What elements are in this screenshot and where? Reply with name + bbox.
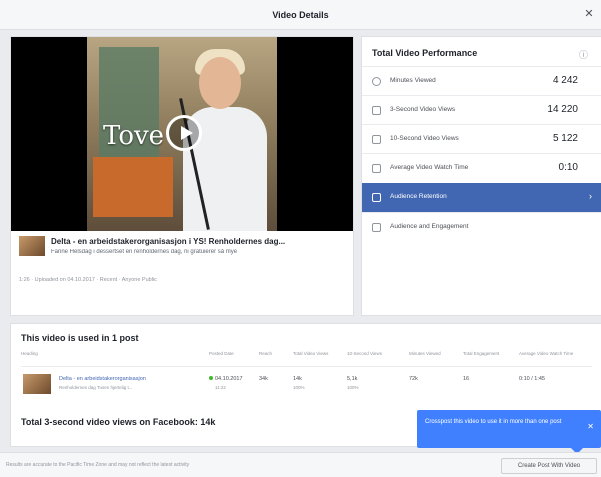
dialog-title: Video Details xyxy=(272,10,329,20)
dialog-header: Video Details ✕ xyxy=(0,0,601,30)
post-row-avg-watch: 0:10 / 1:45 xyxy=(519,376,545,382)
column-header[interactable]: Total Engagement xyxy=(463,351,499,356)
post-row-10s: 5,1k xyxy=(347,376,358,382)
info-icon[interactable]: ⓘ xyxy=(579,48,588,61)
metric-value: 14 220 xyxy=(547,104,578,115)
metric-label: 10-Second Video Views xyxy=(390,135,459,142)
tooltip-text: Crosspost this video to use it in more t… xyxy=(425,419,562,425)
column-header[interactable]: Average Video Watch Time xyxy=(519,351,573,356)
metric-10s-views[interactable]: 10-Second Video Views 5 122 xyxy=(362,124,601,153)
scene-person-head xyxy=(199,57,241,109)
metric-audience-retention[interactable]: Audience Retention › xyxy=(362,183,601,212)
metric-label: Audience and Engagement xyxy=(390,223,469,230)
metric-3s-views[interactable]: 3-Second Video Views 14 220 xyxy=(362,95,601,124)
footer-note: Results are accurate to the Pacific Time… xyxy=(6,462,190,468)
post-info: 1:26 · Uploaded on 04.10.2017 · Recent ·… xyxy=(19,277,157,283)
post-row-date-text: 04.10.2017 xyxy=(215,376,243,382)
column-header[interactable]: Minutes Viewed xyxy=(409,351,441,356)
total-views-summary: Total 3-second video views on Facebook: … xyxy=(21,417,216,427)
divider xyxy=(21,366,592,367)
close-icon[interactable]: ✕ xyxy=(587,422,594,431)
post-description: Fanne Helsdag i dessertset en renholdern… xyxy=(51,249,238,255)
post-title[interactable]: Delta - en arbeidstakerorganisasjon i YS… xyxy=(51,237,347,246)
post-row-views: 14k xyxy=(293,376,302,382)
chart-bar-icon xyxy=(372,135,381,144)
chevron-right-icon: › xyxy=(589,191,592,201)
post-row-thumbnail xyxy=(23,374,51,394)
post-thumbnail xyxy=(19,236,45,256)
post-row-10s-sub: 100% xyxy=(347,385,359,390)
close-icon[interactable]: ✕ xyxy=(583,8,595,20)
post-row-minutes: 72k xyxy=(409,376,418,382)
post-row-engagement: 16 xyxy=(463,376,470,382)
clock-icon xyxy=(372,77,381,86)
scene-cart xyxy=(93,157,173,217)
column-header[interactable]: Total Video Views xyxy=(293,351,328,356)
post-row-sub: Renholdernes dag Tusen hjertelig t... xyxy=(59,385,133,390)
metric-label: 3-Second Video Views xyxy=(390,106,456,113)
play-icon[interactable] xyxy=(166,115,202,151)
video-player[interactable]: Tove xyxy=(11,37,353,231)
posts-title: This video is used in 1 post xyxy=(21,333,139,343)
metric-value: 5 122 xyxy=(552,133,578,144)
performance-title: Total Video Performance xyxy=(372,48,478,58)
post-row-date: 04.10.2017 xyxy=(209,376,243,382)
metric-label: Average Video Watch Time xyxy=(390,164,469,171)
bars-icon xyxy=(372,193,381,202)
post-row-time: 11:22 xyxy=(215,385,226,390)
post-row-views-sub: 100% xyxy=(293,385,305,390)
metric-avg-watch-time[interactable]: Average Video Watch Time 0:10 xyxy=(362,153,601,182)
status-dot-icon xyxy=(209,376,213,380)
create-post-button[interactable]: Create Post With Video xyxy=(501,458,597,474)
post-row-name[interactable]: Delta - en arbeidstakerorganisasjon xyxy=(59,376,146,382)
video-card: Tove Delta - en arbeidstakerorganisasjon… xyxy=(10,36,354,316)
crosspost-tooltip: Crosspost this video to use it in more t… xyxy=(417,410,601,454)
metric-value: 0:10 xyxy=(558,162,578,173)
video-overlay-text: Tove xyxy=(103,121,165,151)
chart-bar-icon xyxy=(372,106,381,115)
post-row-reach: 34k xyxy=(259,376,268,382)
column-header[interactable]: Reach xyxy=(259,351,272,356)
metric-value: 4 242 xyxy=(552,75,578,86)
timer-icon xyxy=(372,164,381,173)
column-header[interactable]: 10-Second Views xyxy=(347,351,382,356)
metric-label: Minutes Viewed xyxy=(390,77,436,84)
metric-audience-engagement[interactable]: Audience and Engagement xyxy=(362,212,601,241)
metric-minutes-viewed[interactable]: Minutes Viewed 4 242 xyxy=(362,66,601,95)
metric-label: Audience Retention xyxy=(390,193,447,200)
dialog-footer: Results are accurate to the Pacific Time… xyxy=(0,452,601,477)
column-header[interactable]: Heading xyxy=(21,351,38,356)
people-icon xyxy=(372,223,381,232)
performance-panel: Total Video Performance ⓘ Minutes Viewed… xyxy=(361,36,601,316)
column-header[interactable]: Posted Date xyxy=(209,351,234,356)
